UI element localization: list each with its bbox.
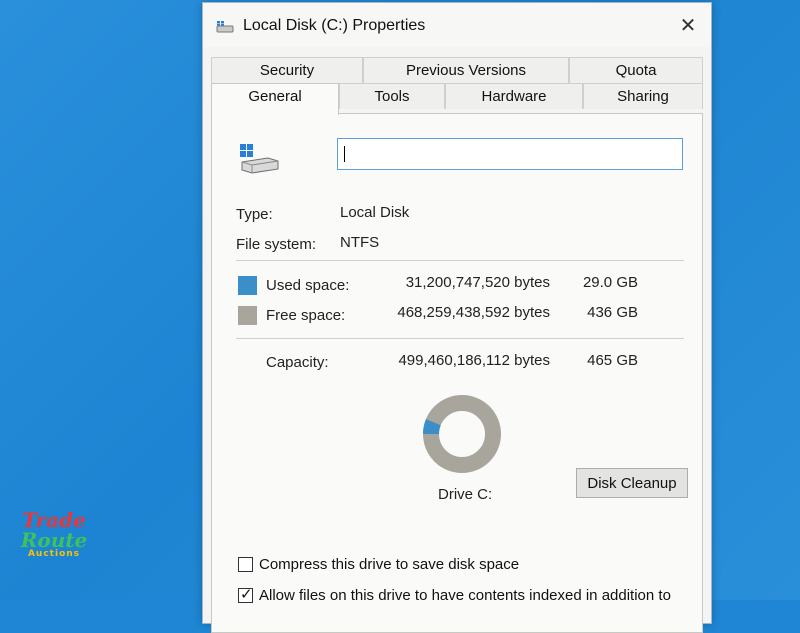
windows-drive-icon bbox=[240, 144, 279, 174]
watermark-line-1: Trade bbox=[22, 508, 86, 532]
drive-name-input[interactable] bbox=[337, 138, 683, 170]
free-space-label: Free space: bbox=[266, 307, 346, 324]
tab-tools[interactable]: Tools bbox=[339, 83, 445, 109]
index-label: Allow files on this drive to have conten… bbox=[259, 587, 671, 604]
file-system-value: NTFS bbox=[340, 234, 380, 251]
capacity-label: Capacity: bbox=[266, 354, 329, 371]
watermark-logo: Trade Route Auctions bbox=[18, 510, 90, 559]
disk-cleanup-button[interactable]: Disk Cleanup bbox=[576, 468, 688, 498]
index-option[interactable]: Allow files on this drive to have conten… bbox=[238, 585, 671, 604]
separator bbox=[236, 338, 684, 339]
general-tab-panel: Type: Local Disk File system: NTFS Used … bbox=[211, 113, 703, 633]
close-icon[interactable]: ✕ bbox=[673, 11, 703, 41]
tab-sharing[interactable]: Sharing bbox=[583, 83, 703, 109]
compress-checkbox[interactable] bbox=[238, 557, 253, 572]
index-checkbox[interactable] bbox=[238, 585, 253, 603]
tab-quota[interactable]: Quota bbox=[569, 57, 703, 83]
tab-previous-versions[interactable]: Previous Versions bbox=[363, 57, 569, 83]
used-space-gb: 29.0 GB bbox=[582, 274, 638, 291]
watermark-line-2: Route bbox=[20, 528, 88, 552]
window-title: Local Disk (C:) Properties bbox=[243, 17, 426, 34]
used-space-label: Used space: bbox=[266, 277, 350, 294]
tab-strip: Security Previous Versions Quota General… bbox=[211, 57, 703, 115]
properties-dialog: Local Disk (C:) Properties ✕ Security Pr… bbox=[202, 2, 712, 633]
free-space-swatch bbox=[238, 306, 257, 325]
tab-hardware[interactable]: Hardware bbox=[445, 83, 583, 109]
separator bbox=[236, 260, 684, 261]
compress-label: Compress this drive to save disk space bbox=[259, 556, 520, 573]
type-label: Type: bbox=[236, 206, 273, 223]
tab-general[interactable]: General bbox=[211, 83, 339, 115]
compress-option[interactable]: Compress this drive to save disk space bbox=[238, 556, 519, 573]
free-space-bytes: 468,259,438,592 bytes bbox=[397, 304, 550, 321]
free-space-gb: 436 GB bbox=[587, 304, 638, 321]
file-system-label: File system: bbox=[236, 236, 317, 253]
type-value: Local Disk bbox=[340, 204, 410, 221]
drive-icon bbox=[216, 21, 234, 33]
disk-usage-donut bbox=[423, 395, 501, 473]
title-bar[interactable]: Local Disk (C:) Properties ✕ bbox=[203, 3, 711, 47]
used-space-bytes: 31,200,747,520 bytes bbox=[405, 274, 550, 291]
free-space-ring bbox=[423, 395, 501, 473]
text-caret bbox=[344, 146, 345, 162]
watermark-line-3: Auctions bbox=[27, 549, 81, 559]
capacity-gb: 465 GB bbox=[587, 352, 638, 369]
used-space-swatch bbox=[238, 276, 257, 295]
capacity-bytes: 499,460,186,112 bytes bbox=[398, 352, 550, 369]
drive-letter-label: Drive C: bbox=[438, 486, 493, 503]
tab-security[interactable]: Security bbox=[211, 57, 363, 83]
